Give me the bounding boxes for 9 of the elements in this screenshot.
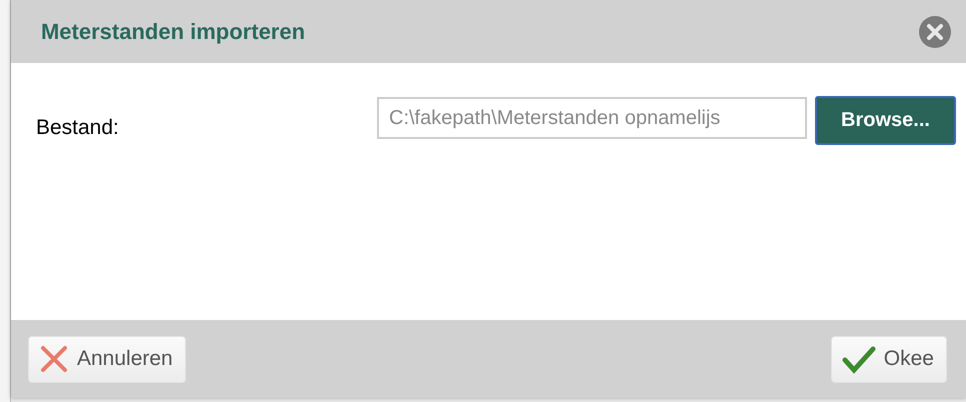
ok-button[interactable]: Okee xyxy=(830,336,947,382)
close-icon[interactable] xyxy=(918,14,952,48)
dialog-title: Meterstanden importeren xyxy=(40,18,306,44)
checkmark-icon xyxy=(842,344,876,374)
file-path-field[interactable]: C:\fakepath\Meterstanden opnamelijs xyxy=(377,97,807,139)
cancel-button[interactable]: Annuleren xyxy=(28,336,186,382)
cross-icon xyxy=(38,344,69,374)
field-label: Bestand: xyxy=(36,116,120,140)
browse-button[interactable]: Browse... xyxy=(815,96,956,145)
